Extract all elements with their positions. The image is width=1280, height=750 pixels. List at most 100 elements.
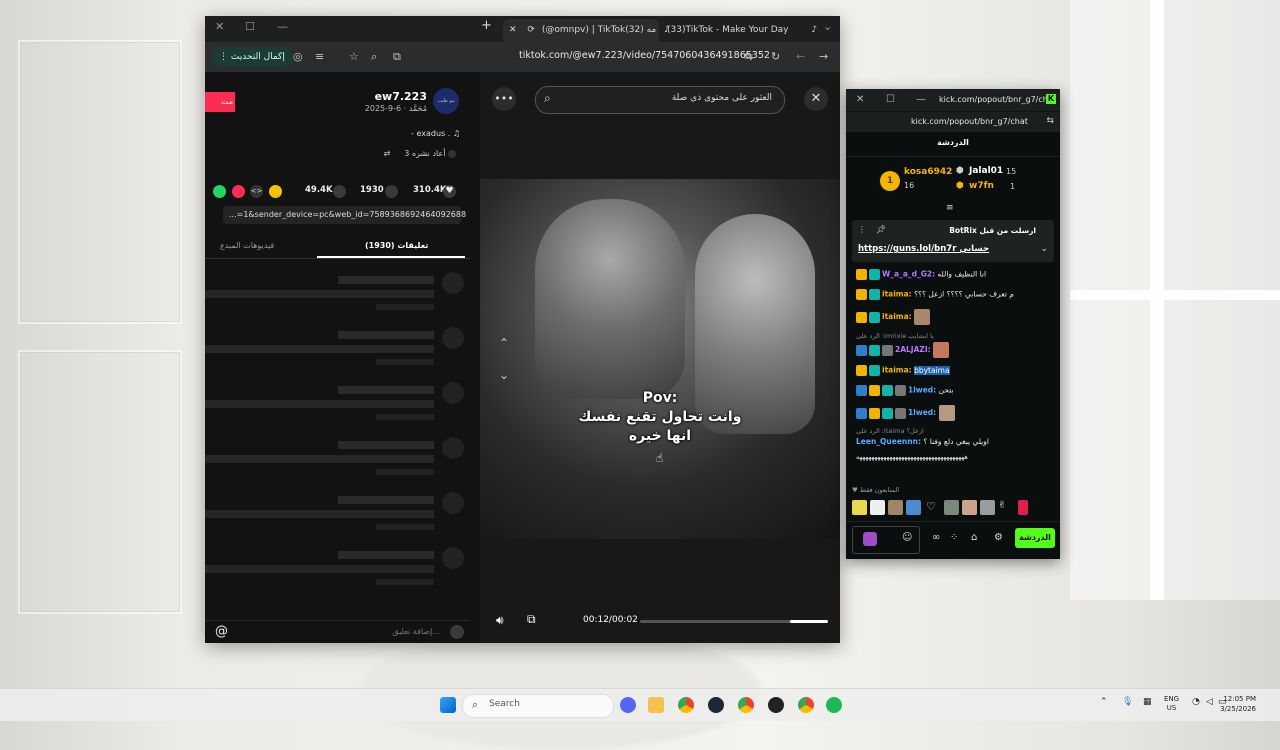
share-icon[interactable] bbox=[269, 185, 282, 198]
emote-image[interactable] bbox=[1018, 500, 1028, 515]
file-explorer-icon[interactable] bbox=[648, 697, 664, 713]
taskbar-search[interactable]: ⌕ Search bbox=[462, 694, 614, 718]
pinned-message[interactable]: ⋮ 📌︎ BotRix ارسلت من قبل https://guns.lo… bbox=[852, 220, 1054, 262]
mention-icon[interactable]: @ bbox=[215, 624, 228, 639]
gifter-name[interactable]: w7fn bbox=[969, 181, 994, 191]
forward-icon[interactable]: → bbox=[819, 50, 828, 63]
embed-icon[interactable]: <> bbox=[250, 185, 263, 198]
profile-icon[interactable]: ◎ bbox=[293, 50, 303, 63]
pinterest-share-icon[interactable] bbox=[232, 185, 245, 198]
pip-icon[interactable]: ⧉ bbox=[527, 612, 536, 627]
maximize-icon[interactable]: ☐ bbox=[245, 20, 255, 33]
chat-nick[interactable]: 1lwed: bbox=[908, 386, 936, 395]
zoom-icon[interactable]: ⌕ bbox=[371, 50, 377, 64]
gift-icon[interactable]: ⌂ bbox=[971, 532, 977, 543]
send-chat-button[interactable]: الدردشة bbox=[1015, 528, 1055, 548]
clock[interactable]: 12:05 PM 3/25/2026 bbox=[1220, 694, 1256, 714]
chat-message[interactable]: ههههههههههههههههههههههههههههههههههههه bbox=[856, 453, 1050, 469]
close-window-icon[interactable]: ✕ bbox=[215, 20, 224, 33]
emote-image[interactable] bbox=[888, 500, 903, 515]
pinned-link[interactable]: https://guns.lol/bn7r حسابي bbox=[858, 244, 989, 254]
dots-icon[interactable]: ⁘ bbox=[950, 532, 958, 543]
emote-image[interactable]: ✌ bbox=[998, 500, 1013, 515]
chevron-up-icon[interactable]: ⌃ bbox=[1100, 698, 1108, 707]
follow-button[interactable]: مت bbox=[205, 92, 235, 112]
tab-creator-videos[interactable]: فيديوهات المبدع bbox=[220, 241, 274, 250]
close-window-icon[interactable]: ✕ bbox=[856, 94, 864, 105]
chrome-profile-icon[interactable] bbox=[738, 697, 754, 713]
chat-nick[interactable]: 1lwed: bbox=[908, 408, 936, 417]
site-settings-icon[interactable]: ⇆ bbox=[1046, 116, 1054, 126]
emote-image[interactable] bbox=[870, 500, 885, 515]
volume-icon[interactable]: ◁ bbox=[1206, 698, 1213, 707]
chat-nick[interactable]: W_a_a_d_G2: bbox=[882, 270, 935, 279]
site-settings-icon[interactable]: ⇆ bbox=[744, 50, 753, 63]
chevron-down-icon[interactable]: ⌄ bbox=[496, 368, 512, 384]
heart-icon[interactable]: ♥ bbox=[443, 185, 456, 198]
chat-message[interactable]: W_a_a_d_G2: انا النظيف والله bbox=[856, 269, 1050, 285]
chat-message[interactable]: 1lwed: bbox=[856, 405, 1050, 425]
chevron-up-icon[interactable]: ⌃ bbox=[496, 336, 512, 352]
chat-nick[interactable]: itaima: bbox=[882, 312, 912, 321]
app-icon[interactable] bbox=[768, 697, 784, 713]
wifi-icon[interactable]: ◔ bbox=[1192, 698, 1200, 707]
chevron-down-icon[interactable]: ⌄ bbox=[1040, 244, 1048, 254]
spotify-icon[interactable] bbox=[826, 697, 842, 713]
share-link-box[interactable]: ...=1&sender_device=pc&web_id=7589368692… bbox=[223, 206, 466, 224]
emote-image[interactable] bbox=[980, 500, 995, 515]
kick-url[interactable]: kick.com/popout/bnr_g7/chat bbox=[911, 117, 1028, 126]
expand-leaderboard-icon[interactable]: ≡ bbox=[946, 203, 954, 213]
emote-image[interactable] bbox=[852, 500, 867, 515]
emote-image[interactable] bbox=[944, 500, 959, 515]
tab-tiktok-home[interactable]: (33)TikTok - Make Your Day ♪ bbox=[667, 19, 817, 42]
complete-update-button[interactable]: ⋮ إكمال التحديث bbox=[211, 47, 293, 67]
new-tab-icon[interactable]: + bbox=[481, 18, 492, 33]
tab-tiktok-omnpv[interactable]: ✕ ⟳ (@omnpv) | TikTok(32) مه ♪ bbox=[503, 19, 670, 42]
chat-nick[interactable]: itaima: bbox=[882, 366, 912, 375]
minimize-icon[interactable]: — bbox=[916, 94, 926, 105]
whatsapp-share-icon[interactable] bbox=[213, 185, 226, 198]
chat-nick[interactable]: itaima: bbox=[882, 290, 912, 299]
emote-image[interactable]: ♡ bbox=[926, 500, 941, 515]
discord-icon[interactable] bbox=[620, 697, 636, 713]
url-text[interactable]: tiktok.com/@ew7.223/video/75470604364918… bbox=[519, 50, 770, 61]
tab-comments[interactable]: تعليقات (1930) bbox=[365, 241, 428, 250]
steam-icon[interactable] bbox=[708, 697, 724, 713]
chat-message[interactable]: itaima: bbytaima bbox=[856, 365, 1050, 381]
chat-message[interactable]: Leen_Queennn: اويلي يبغي دلع وفنا ؟ bbox=[856, 437, 1050, 453]
gear-icon[interactable]: ⚙ bbox=[994, 532, 1003, 543]
bookmark-icon[interactable] bbox=[333, 185, 346, 198]
more-options-icon[interactable]: ••• bbox=[492, 87, 516, 111]
chat-message[interactable]: 2ALJAZI: bbox=[856, 342, 1050, 362]
reading-list-icon[interactable]: ≡ bbox=[315, 50, 324, 63]
video-player[interactable]: Pov: وانت تحاول تقنع نفسك انها خيره ☝ bbox=[480, 179, 840, 539]
gifter-name[interactable]: kosa6942 bbox=[904, 167, 952, 177]
back-icon[interactable]: ← bbox=[796, 50, 805, 63]
star-icon[interactable]: ☆ bbox=[349, 50, 359, 63]
more-options-icon[interactable]: ⋮ bbox=[858, 225, 866, 234]
search-input[interactable]: ⌕ العثور على محتوى ذي صلة bbox=[535, 86, 785, 114]
infinity-icon[interactable]: ∞ bbox=[932, 532, 940, 543]
chat-message[interactable]: itaima: bbox=[856, 309, 1050, 329]
avatar[interactable]: مو طيب bbox=[433, 88, 459, 114]
emote-image[interactable] bbox=[962, 500, 977, 515]
comment-input[interactable]: @ إضافة تعليق... bbox=[205, 620, 470, 643]
chat-nick[interactable]: Leen_Queennn: bbox=[856, 437, 921, 446]
chat-nick[interactable]: 2ALJAZI: bbox=[895, 345, 931, 354]
author-username[interactable]: ew7.223 bbox=[375, 90, 427, 103]
volume-icon[interactable]: 🔊︎ bbox=[496, 613, 504, 628]
gifter-name[interactable]: Jalal01 bbox=[969, 166, 1003, 176]
install-icon[interactable]: ⧉ bbox=[393, 50, 401, 64]
close-icon[interactable]: ✕ bbox=[804, 87, 828, 111]
minimize-icon[interactable]: — bbox=[277, 20, 288, 33]
chrome-icon[interactable] bbox=[678, 697, 694, 713]
language-indicator[interactable]: ENG US bbox=[1164, 695, 1179, 713]
comment-icon[interactable] bbox=[385, 185, 398, 198]
app-tray-icon[interactable]: ▦ bbox=[1143, 698, 1152, 707]
emoji-icon[interactable]: ☺ bbox=[902, 532, 912, 543]
chat-message[interactable]: 1lwed: بتحن bbox=[856, 385, 1050, 401]
maximize-icon[interactable]: ☐ bbox=[886, 94, 895, 105]
chevron-down-icon[interactable]: ⌄ bbox=[823, 20, 832, 33]
chrome-profile-icon[interactable] bbox=[798, 697, 814, 713]
progress-bar[interactable] bbox=[640, 620, 828, 623]
